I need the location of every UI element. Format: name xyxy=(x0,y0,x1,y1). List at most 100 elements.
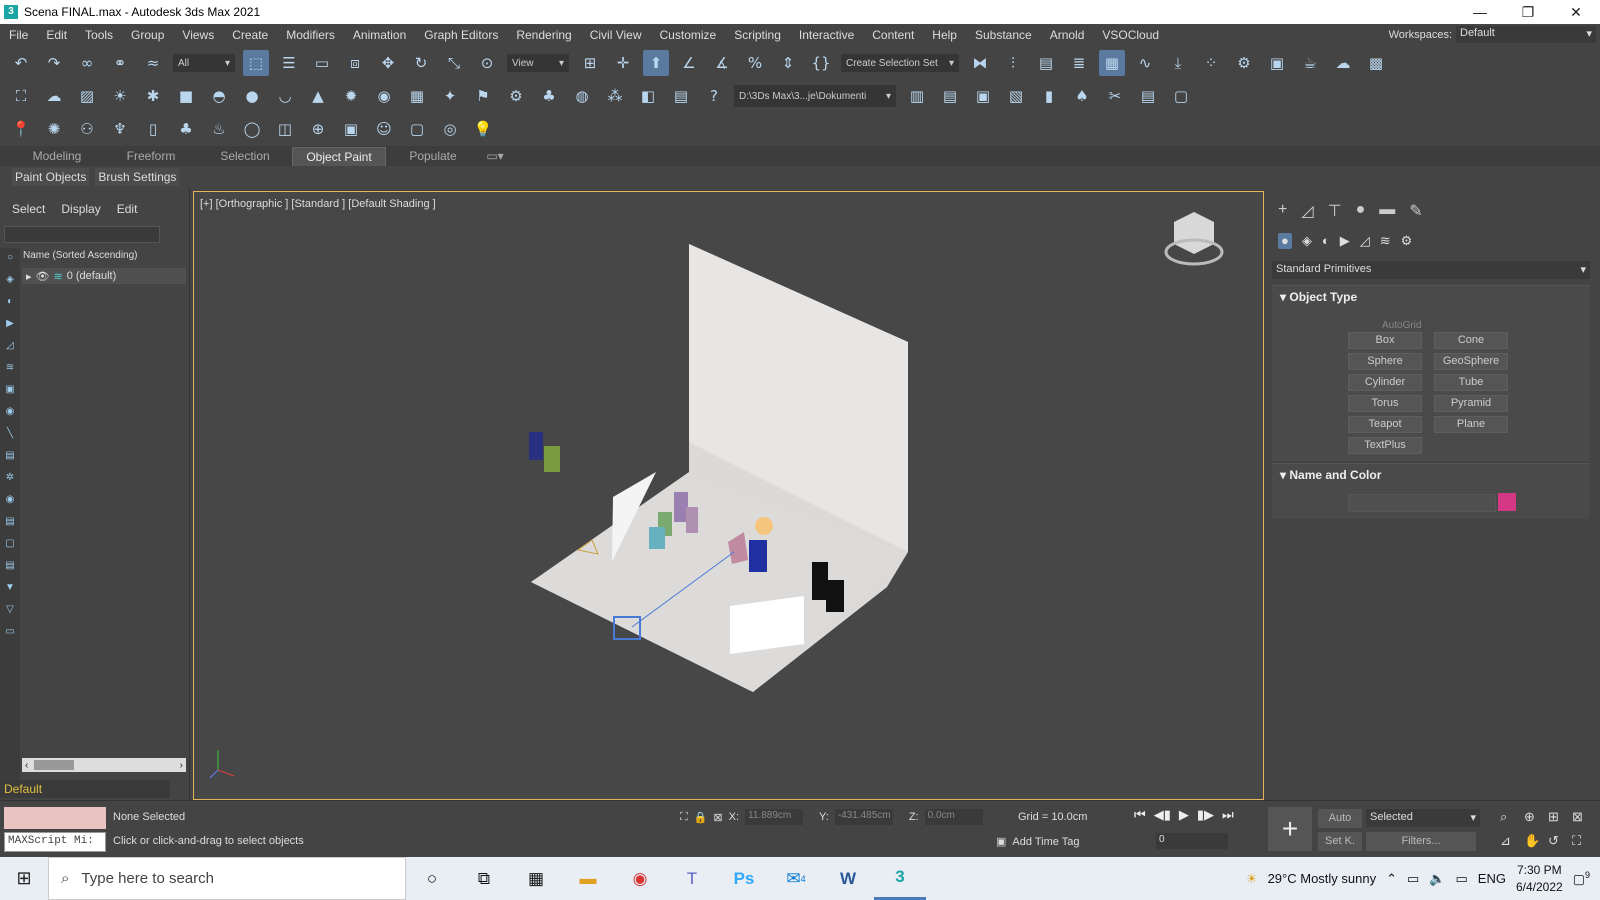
rectangular-selection-icon[interactable]: ▭ xyxy=(309,50,335,76)
explorer-select-menu[interactable]: Select xyxy=(12,202,45,216)
menu-edit[interactable]: Edit xyxy=(37,28,76,42)
render-icon[interactable]: ◧ xyxy=(635,83,661,109)
workspaces-dropdown[interactable]: Default ▾ xyxy=(1456,26,1596,43)
menu-tools[interactable]: Tools xyxy=(76,28,122,42)
hierarchy-tab-icon[interactable]: ⊤ xyxy=(1328,201,1342,221)
scene-explorer-toggle-icon[interactable]: ▤ xyxy=(1033,50,1059,76)
menu-rendering[interactable]: Rendering xyxy=(507,28,580,42)
orbit-icon[interactable]: ↺ xyxy=(1548,833,1572,849)
group-filter-icon[interactable]: ▣ xyxy=(3,384,17,398)
cone-primitive-icon[interactable]: ▲ xyxy=(305,83,331,109)
go-to-start-icon[interactable]: ⏮ xyxy=(1134,807,1146,823)
torus-button[interactable]: Torus xyxy=(1348,395,1422,412)
render-setup-icon[interactable]: ⚙ xyxy=(1231,50,1257,76)
explorer-scrollbar[interactable]: ‹ › xyxy=(22,758,186,772)
bowl-icon[interactable]: ◡ xyxy=(272,83,298,109)
ribbon-options-icon[interactable]: ▭▾ xyxy=(480,147,510,166)
bone-filter-icon[interactable]: ╲ xyxy=(3,428,17,442)
list-none-icon[interactable]: ▢ xyxy=(3,538,17,552)
window-icon[interactable]: ▢ xyxy=(404,116,430,142)
selection-filter-dropdown[interactable]: All ▾ xyxy=(173,54,235,72)
save-folder-icon[interactable]: ▣ xyxy=(970,83,996,109)
clipboard-icon[interactable]: ▤ xyxy=(668,83,694,109)
isolate-icon[interactable]: ⛶ xyxy=(680,811,688,824)
task-view-icon[interactable]: ⧉ xyxy=(458,857,510,900)
cylinder-button[interactable]: Cylinder xyxy=(1348,374,1422,391)
menu-modifiers[interactable]: Modifiers xyxy=(277,28,344,42)
tools-icon[interactable]: ✂ xyxy=(1102,83,1128,109)
mirror-icon[interactable]: ⧓ xyxy=(967,50,993,76)
scroll-right-icon[interactable]: › xyxy=(180,760,183,771)
hemisphere-icon[interactable]: ◓ xyxy=(206,83,232,109)
helpers-category-icon[interactable]: ◿ xyxy=(1360,233,1370,249)
target-icon[interactable]: ⊕ xyxy=(305,116,331,142)
key-filters-button[interactable]: Filters... xyxy=(1366,832,1476,851)
list-invert-icon[interactable]: ▤ xyxy=(3,560,17,574)
create-tab-icon[interactable]: + xyxy=(1278,201,1287,221)
name-color-header[interactable]: ▾ Name and Color xyxy=(1272,464,1590,486)
menu-vsocloud[interactable]: VSOCloud xyxy=(1093,28,1168,42)
archive-icon[interactable]: ▧ xyxy=(1003,83,1029,109)
flame-icon[interactable]: ♨ xyxy=(206,116,232,142)
tab-freeform[interactable]: Freeform xyxy=(104,147,198,166)
menu-civil-view[interactable]: Civil View xyxy=(581,28,651,42)
zoom-extents-icon[interactable]: ⊞ xyxy=(1548,809,1572,825)
fx-icon[interactable]: ✦ xyxy=(437,83,463,109)
panel-icon[interactable]: ▢ xyxy=(1168,83,1194,109)
z-coordinate-field[interactable]: 0.0cm xyxy=(924,809,983,825)
select-by-name-icon[interactable]: ☰ xyxy=(276,50,302,76)
network-icon[interactable]: ▭ xyxy=(1456,871,1468,887)
minimize-button[interactable]: — xyxy=(1456,0,1504,24)
cameras-category-icon[interactable]: ▶ xyxy=(1340,233,1350,249)
menu-content[interactable]: Content xyxy=(863,28,923,42)
cortana-icon[interactable]: ○ xyxy=(406,857,458,900)
viewcube[interactable] xyxy=(1174,212,1214,254)
mail-icon[interactable]: ✉ 4 xyxy=(770,857,822,900)
folder-icon[interactable]: ▭ xyxy=(3,626,17,640)
light-lister-icon[interactable]: ☀ xyxy=(107,83,133,109)
angle-snap-icon[interactable]: ∡ xyxy=(709,50,735,76)
restore-button[interactable]: ❐ xyxy=(1504,0,1552,24)
sphere-button[interactable]: Sphere xyxy=(1348,353,1422,370)
time-tag[interactable]: ▣ Add Time Tag xyxy=(996,835,1079,849)
geosphere-button[interactable]: GeoSphere xyxy=(1434,353,1508,370)
zoom-icon[interactable]: ⌕ xyxy=(1500,809,1524,825)
project-folder-icon[interactable]: ▥ xyxy=(904,83,930,109)
wreath-icon[interactable]: ◯ xyxy=(239,116,265,142)
windows-start-icon[interactable]: ⊞ xyxy=(0,868,48,889)
spacewarps-category-icon[interactable]: ≋ xyxy=(1380,233,1391,249)
hidden-filter-icon[interactable]: ◉ xyxy=(3,494,17,508)
rendered-frame-window-icon[interactable]: ▣ xyxy=(1264,50,1290,76)
open-folder-icon[interactable]: ▤ xyxy=(937,83,963,109)
a360-gallery-icon[interactable]: ▩ xyxy=(1363,50,1389,76)
container-icon[interactable]: ⛶ xyxy=(8,83,34,109)
viewport-scene[interactable] xyxy=(194,192,1263,799)
zoom-extents-all-icon[interactable]: ⊠ xyxy=(1572,809,1596,825)
primitive-category-dropdown[interactable]: Standard Primitives ▾ xyxy=(1272,261,1590,279)
tab-modeling[interactable]: Modeling xyxy=(10,147,104,166)
weather-icon[interactable]: ☀ xyxy=(1246,871,1258,887)
layer-row[interactable]: ▸ 👁 ≋ 0 (default) xyxy=(22,268,186,284)
weather-text[interactable]: 29°C Mostly sunny xyxy=(1268,871,1377,886)
object-type-header[interactable]: ▾ Object Type xyxy=(1272,286,1590,308)
project-path-dropdown[interactable]: D:\3Ds Max\3...je\Dokumenti ▾ xyxy=(734,85,896,107)
pan-icon[interactable]: ✋ xyxy=(1524,833,1548,849)
object-name-input[interactable] xyxy=(1348,494,1496,512)
filter-icon[interactable]: ▼ xyxy=(3,582,17,596)
chrome-icon[interactable]: ◉ xyxy=(614,857,666,900)
layer-select-dropdown[interactable]: Default xyxy=(0,780,170,798)
cone-button[interactable]: Cone xyxy=(1434,332,1508,349)
word-icon[interactable]: W xyxy=(822,857,874,900)
menu-customize[interactable]: Customize xyxy=(651,28,726,42)
teapot-button[interactable]: Teapot xyxy=(1348,416,1422,433)
shape-filter-icon[interactable]: ◈ xyxy=(3,274,17,288)
material-ball-icon[interactable]: ◍ xyxy=(569,83,595,109)
schematic-view-icon[interactable]: ⤓ xyxy=(1165,50,1191,76)
field-of-view-icon[interactable]: ⊿ xyxy=(1500,833,1524,849)
tab-selection[interactable]: Selection xyxy=(198,147,292,166)
light-filter-icon[interactable]: ◐ xyxy=(3,296,17,310)
camera-filter-icon[interactable]: ▶ xyxy=(3,318,17,332)
auto-key-button[interactable]: Auto xyxy=(1318,809,1362,828)
explorer-column-header[interactable]: Name (Sorted Ascending) xyxy=(23,250,138,261)
file-explorer-icon[interactable]: ▬ xyxy=(562,857,614,900)
